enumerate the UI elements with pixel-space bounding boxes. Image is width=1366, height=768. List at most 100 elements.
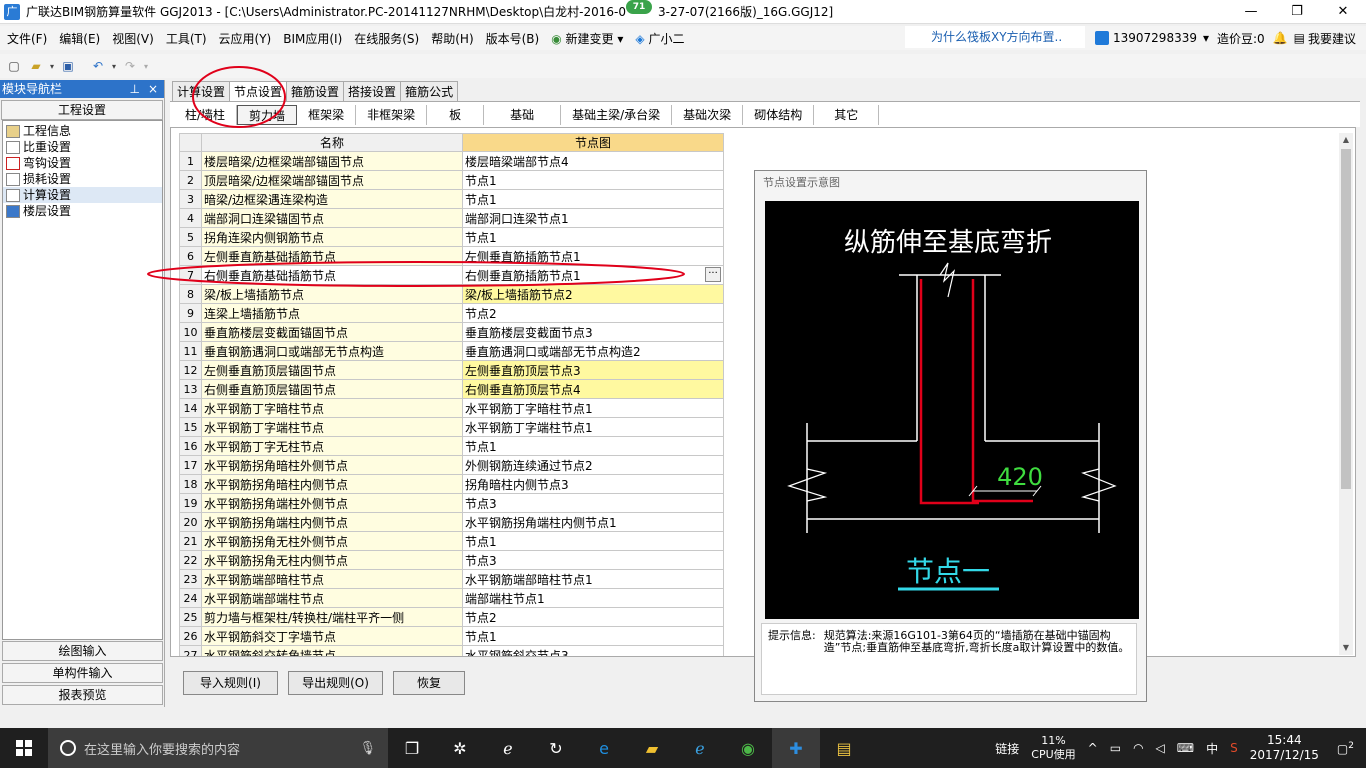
undo-dropdown-icon[interactable]: ▾	[110, 56, 118, 76]
taskbar-search[interactable]: 在这里输入你要搜索的内容 🎙	[48, 728, 388, 768]
tab-stirrup-settings[interactable]: 箍筋设置	[286, 81, 345, 101]
row-name[interactable]: 水平钢筋丁字暗柱节点	[201, 398, 463, 418]
battery-icon[interactable]: ▭	[1104, 741, 1127, 755]
table-row[interactable]: 20 水平钢筋拐角端柱内侧节点 水平钢筋拐角端柱内侧节点1	[179, 512, 724, 532]
row-node-diagram[interactable]: 水平钢筋拐角端柱内侧节点1	[462, 512, 724, 532]
row-number[interactable]: 27	[179, 645, 202, 656]
tree-item-hook[interactable]: 弯钩设置	[3, 155, 162, 171]
row-number[interactable]: 4	[179, 208, 202, 228]
menu-view[interactable]: 视图(V)	[105, 30, 159, 47]
volume-icon[interactable]: ◁	[1150, 741, 1171, 755]
subtab-foundation-sub-beam[interactable]: 基础次梁	[672, 104, 744, 125]
row-name[interactable]: 顶层暗梁/边框梁端部锚固节点	[201, 170, 463, 190]
row-number[interactable]: 11	[179, 341, 202, 361]
row-name[interactable]: 连梁上墙插筋节点	[201, 303, 463, 323]
tree-item-project-info[interactable]: 工程信息	[3, 123, 162, 139]
row-node-diagram[interactable]: 节点3	[462, 550, 724, 570]
show-hidden-icons-icon[interactable]: ^	[1082, 741, 1104, 755]
row-node-diagram[interactable]: 梁/板上墙插筋节点2	[462, 284, 724, 304]
table-row[interactable]: 27 水平钢筋斜交转角墙节点 水平钢筋斜交节点3	[179, 645, 724, 656]
row-number[interactable]: 12	[179, 360, 202, 380]
row-name[interactable]: 水平钢筋丁字端柱节点	[201, 417, 463, 437]
tree-item-calc[interactable]: 计算设置	[3, 187, 162, 203]
tree-item-weight[interactable]: 比重设置	[3, 139, 162, 155]
redo-dropdown-icon[interactable]: ▾	[142, 56, 150, 76]
row-number[interactable]: 22	[179, 550, 202, 570]
user-menu-arrow-icon[interactable]: ▾	[1203, 31, 1209, 45]
network-icon[interactable]: ◠	[1127, 741, 1149, 755]
row-node-diagram[interactable]: 端部端柱节点1	[462, 588, 724, 608]
tree-item-floor[interactable]: 楼层设置	[3, 203, 162, 219]
menu-help[interactable]: 帮助(H)	[424, 30, 478, 47]
edge-icon[interactable]: e	[580, 728, 628, 768]
subtab-slab[interactable]: 板	[427, 104, 485, 125]
row-node-diagram[interactable]: 节点3	[462, 493, 724, 513]
subtab-frame-beam[interactable]: 框架梁	[297, 104, 357, 125]
subtab-shear-wall[interactable]: 剪力墙	[237, 104, 298, 125]
table-row[interactable]: 7 右侧垂直筋基础插筋节点 右侧垂直筋插筋节点1 ···	[179, 265, 724, 285]
suggest-link[interactable]: 我要建议	[1308, 30, 1356, 47]
table-row[interactable]: 9 连梁上墙插筋节点 节点2	[179, 303, 724, 323]
subtab-nonframe-beam[interactable]: 非框架梁	[356, 104, 428, 125]
row-node-diagram[interactable]: 节点1	[462, 170, 724, 190]
row-name[interactable]: 楼层暗梁/边框梁端部锚固节点	[201, 151, 463, 171]
row-name[interactable]: 水平钢筋端部暗柱节点	[201, 569, 463, 589]
row-number[interactable]: 2	[179, 170, 202, 190]
subtab-masonry[interactable]: 砌体结构	[743, 104, 815, 125]
row-number[interactable]: 26	[179, 626, 202, 646]
row-number[interactable]: 21	[179, 531, 202, 551]
menu-tools[interactable]: 工具(T)	[159, 30, 212, 47]
ime-indicator[interactable]: 中	[1200, 740, 1224, 757]
table-row[interactable]: 6 左侧垂直筋基础插筋节点 左侧垂直筋插筋节点1	[179, 246, 724, 266]
row-number[interactable]: 16	[179, 436, 202, 456]
new-change-button[interactable]: ◉ 新建变更 ▾	[544, 30, 628, 47]
row-node-diagram[interactable]: 端部洞口连梁节点1	[462, 208, 724, 228]
row-node-diagram[interactable]: 外侧钢筋连续通过节点2	[462, 455, 724, 475]
table-row[interactable]: 1 楼层暗梁/边框梁端部锚固节点 楼层暗梁端部节点4	[179, 151, 724, 171]
row-number[interactable]: 9	[179, 303, 202, 323]
row-name[interactable]: 水平钢筋拐角无柱内侧节点	[201, 550, 463, 570]
table-row[interactable]: 25 剪力墙与框架柱/转换柱/端柱平齐一侧 节点2	[179, 607, 724, 627]
assistant-button[interactable]: ◈ 广小二	[628, 30, 689, 47]
edge-legacy-icon[interactable]: ℯ	[484, 728, 532, 768]
clock[interactable]: 15:44 2017/12/15	[1244, 733, 1325, 763]
subtab-foundation[interactable]: 基础	[484, 104, 562, 125]
scroll-thumb[interactable]	[1341, 149, 1351, 489]
row-name[interactable]: 拐角连梁内侧钢筋节点	[201, 227, 463, 247]
row-name[interactable]: 左侧垂直筋顶层锚固节点	[201, 360, 463, 380]
row-node-diagram[interactable]: 水平钢筋端部暗柱节点1	[462, 569, 724, 589]
row-name[interactable]: 端部洞口连梁锚固节点	[201, 208, 463, 228]
app-green-icon[interactable]: ◉	[724, 728, 772, 768]
windows-start-icon[interactable]	[0, 728, 48, 768]
undo-icon[interactable]: ↶	[88, 56, 108, 76]
subtab-column[interactable]: 柱/墙柱	[174, 104, 238, 125]
table-row[interactable]: 18 水平钢筋拐角暗柱内侧节点 拐角暗柱内侧节点3	[179, 474, 724, 494]
tree-item-loss[interactable]: 损耗设置	[3, 171, 162, 187]
import-rules-button[interactable]: 导入规则(I)	[183, 671, 278, 695]
row-node-diagram[interactable]: 节点2	[462, 303, 724, 323]
table-row[interactable]: 24 水平钢筋端部端柱节点 端部端柱节点1	[179, 588, 724, 608]
table-row[interactable]: 22 水平钢筋拐角无柱内侧节点 节点3	[179, 550, 724, 570]
row-number[interactable]: 25	[179, 607, 202, 627]
vertical-scrollbar[interactable]: ▲ ▼	[1339, 133, 1353, 655]
header-name[interactable]: 名称	[201, 133, 463, 152]
row-number[interactable]: 5	[179, 227, 202, 247]
table-row[interactable]: 19 水平钢筋拐角端柱外侧节点 节点3	[179, 493, 724, 513]
row-name[interactable]: 右侧垂直筋顶层锚固节点	[201, 379, 463, 399]
row-number[interactable]: 8	[179, 284, 202, 304]
row-node-diagram[interactable]: 节点2	[462, 607, 724, 627]
table-row[interactable]: 11 垂直钢筋遇洞口或端部无节点构造 垂直筋遇洞口或端部无节点构造2	[179, 341, 724, 361]
user-phone[interactable]: 13907298339	[1113, 31, 1197, 45]
row-number[interactable]: 1	[179, 151, 202, 171]
tab-node-settings[interactable]: 节点设置	[229, 81, 288, 102]
notes-app-icon[interactable]: ▤	[820, 728, 868, 768]
subtab-foundation-main-beam[interactable]: 基础主梁/承台梁	[561, 104, 673, 125]
table-row[interactable]: 14 水平钢筋丁字暗柱节点 水平钢筋丁字暗柱节点1	[179, 398, 724, 418]
redo-icon[interactable]: ↷	[120, 56, 140, 76]
table-row[interactable]: 2 顶层暗梁/边框梁端部锚固节点 节点1	[179, 170, 724, 190]
subtab-other[interactable]: 其它	[814, 104, 880, 125]
table-row[interactable]: 21 水平钢筋拐角无柱外侧节点 节点1	[179, 531, 724, 551]
row-number[interactable]: 20	[179, 512, 202, 532]
row-node-diagram[interactable]: 节点1	[462, 436, 724, 456]
row-name[interactable]: 垂直钢筋遇洞口或端部无节点构造	[201, 341, 463, 361]
